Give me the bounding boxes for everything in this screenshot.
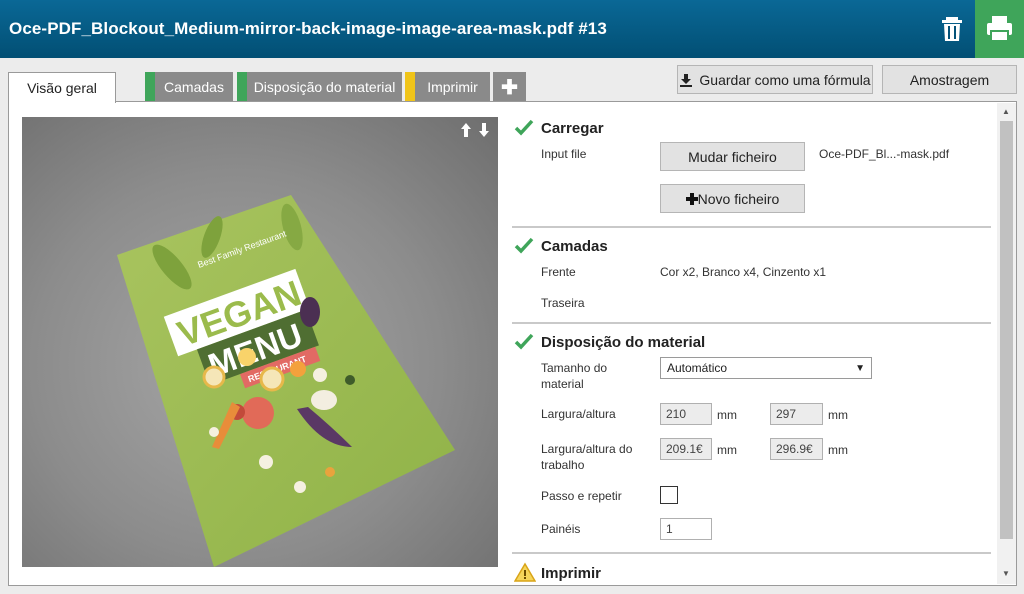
tab-status-marker <box>405 72 415 102</box>
panels-label: Painéis <box>541 522 581 536</box>
tab-status-marker <box>145 72 155 102</box>
status-ok-icon <box>514 119 534 136</box>
job-height-value: 296.9€ <box>776 442 813 456</box>
up-down-arrows-icon[interactable] <box>459 122 491 138</box>
tab-overview[interactable]: Visão geral <box>8 72 116 103</box>
change-file-button[interactable]: Mudar ficheiro <box>660 142 805 171</box>
settings-scrollbar[interactable]: ▲ ▼ <box>997 103 1016 584</box>
job-height-unit: mm <box>828 443 848 457</box>
change-file-label: Mudar ficheiro <box>688 148 777 165</box>
panels-value: 1 <box>666 522 673 536</box>
scroll-down-icon[interactable]: ▼ <box>1002 569 1010 578</box>
add-tab-button[interactable]: ✚ <box>493 72 526 102</box>
step-repeat-checkbox[interactable] <box>660 486 678 504</box>
tab-layers[interactable]: Camadas <box>145 72 233 102</box>
height-value: 297 <box>776 407 797 421</box>
status-ok-icon <box>514 237 534 254</box>
tab-media-layout[interactable]: Disposição do material <box>237 72 402 102</box>
media-size-label: Tamanho do material <box>541 361 608 391</box>
download-icon <box>680 73 693 87</box>
job-width-height-label: Largura/altura do trabalho <box>541 442 633 472</box>
tab-print-label: Imprimir <box>427 79 478 95</box>
tab-media-layout-label: Disposição do material <box>253 79 396 95</box>
print-button[interactable] <box>975 0 1024 58</box>
input-file-name: Oce-PDF_Bl...-mask.pdf <box>819 147 950 161</box>
job-width-field[interactable]: 209.1€ <box>660 438 712 460</box>
section-divider <box>512 552 991 554</box>
sampling-button[interactable]: Amostragem <box>882 65 1017 94</box>
tab-print[interactable]: Imprimir <box>405 72 490 102</box>
status-ok-icon <box>514 333 534 350</box>
panels-field[interactable]: 1 <box>660 518 712 540</box>
section-title-load: Carregar <box>541 120 604 137</box>
section-divider <box>512 322 991 324</box>
preview-area[interactable]: Best Family Restaurant VEGAN MENU RESTAU… <box>22 117 498 567</box>
section-title-layers: Camadas <box>541 238 608 255</box>
tab-overview-label: Visão geral <box>27 80 97 96</box>
height-unit: mm <box>828 408 848 422</box>
media-size-value: Automático <box>667 361 728 375</box>
tab-layers-label: Camadas <box>164 79 224 95</box>
input-file-label: Input file <box>541 147 587 161</box>
trash-icon <box>942 17 962 41</box>
step-repeat-label: Passo e repetir <box>541 489 622 503</box>
print-icon <box>987 16 1012 42</box>
job-width-unit: mm <box>717 443 737 457</box>
warning-icon <box>514 562 536 582</box>
front-value: Cor x2, Branco x4, Cinzento x1 <box>660 265 827 279</box>
save-as-formula-label: Guardar como uma fórmula <box>699 71 871 88</box>
job-height-field[interactable]: 296.9€ <box>770 438 823 460</box>
width-field[interactable]: 210 <box>660 403 712 425</box>
sampling-label: Amostragem <box>909 71 990 88</box>
scrollbar-thumb[interactable] <box>1000 121 1013 539</box>
height-field[interactable]: 297 <box>770 403 823 425</box>
window-title: Oce-PDF_Blockout_Medium-mirror-back-imag… <box>9 19 607 38</box>
width-value: 210 <box>666 407 687 421</box>
scroll-up-icon[interactable]: ▲ <box>1002 107 1010 116</box>
media-size-select[interactable]: Automático ▼ <box>660 357 872 379</box>
delete-button[interactable] <box>935 8 969 48</box>
tab-status-marker <box>237 72 247 102</box>
poster-preview-image: Best Family Restaurant VEGAN MENU RESTAU… <box>117 195 455 567</box>
plus-icon <box>685 192 698 205</box>
section-title-print: Imprimir <box>541 565 602 582</box>
width-unit: mm <box>717 408 737 422</box>
back-label: Traseira <box>541 296 585 310</box>
section-title-media: Disposição do material <box>541 334 706 351</box>
save-as-formula-button[interactable]: Guardar como uma fórmula <box>677 65 873 94</box>
width-height-label: Largura/altura <box>541 407 616 421</box>
new-file-button[interactable]: Novo ficheiro <box>660 184 805 213</box>
front-label: Frente <box>541 265 576 279</box>
title-bar: Oce-PDF_Blockout_Medium-mirror-back-imag… <box>0 0 1024 58</box>
new-file-label: Novo ficheiro <box>697 190 780 207</box>
plus-icon: ✚ <box>501 76 518 99</box>
dropdown-arrow-icon: ▼ <box>855 363 865 374</box>
job-width-value: 209.1€ <box>666 442 703 456</box>
section-divider <box>512 226 991 228</box>
